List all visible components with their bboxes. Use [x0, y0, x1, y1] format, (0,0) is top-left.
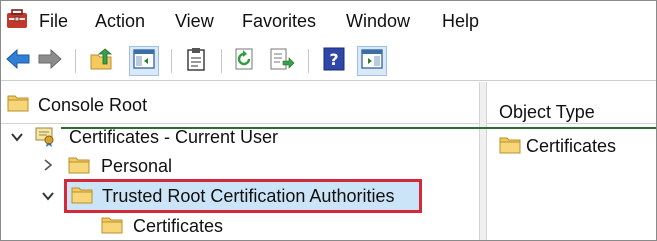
list-item-label: Certificates	[526, 136, 617, 156]
back-icon	[5, 48, 31, 75]
toolbar-separator	[221, 49, 222, 73]
folder-icon	[71, 186, 93, 204]
folder-icon	[101, 216, 123, 234]
toolbar-separator	[171, 49, 172, 73]
column-header-label: Object Type	[499, 102, 595, 122]
tree-item-certificates[interactable]: Certificates	[133, 215, 223, 237]
console-root-row[interactable]: Console Root	[1, 82, 479, 124]
export-list-icon	[269, 47, 295, 76]
help-icon: ?	[323, 47, 345, 76]
column-header-object-type[interactable]: Object Type	[487, 82, 656, 124]
show-hide-console-tree-button[interactable]	[129, 46, 159, 76]
menu-favorites[interactable]: Favorites	[242, 10, 316, 32]
show-hide-action-pane-icon	[361, 48, 383, 74]
list-item[interactable]: Certificates	[487, 132, 656, 162]
tree-item-personal[interactable]: Personal	[101, 155, 172, 177]
up-one-level-button[interactable]	[87, 46, 117, 76]
refresh-button[interactable]	[230, 46, 260, 76]
menu-file[interactable]: File	[39, 10, 68, 32]
folder-icon	[68, 156, 90, 174]
export-list-button[interactable]	[267, 46, 297, 76]
clipboard-icon	[186, 47, 206, 76]
folder-icon	[499, 136, 521, 154]
refresh-icon	[233, 47, 257, 76]
toolbar-separator	[75, 49, 76, 73]
show-hide-action-pane-button[interactable]	[357, 46, 387, 76]
folder-icon	[7, 94, 29, 112]
menu-action[interactable]: Action	[95, 10, 145, 32]
forward-button[interactable]	[35, 46, 65, 76]
tree-item-trusted-root-certification-authorities[interactable]: Trusted Root Certification Authorities	[102, 185, 394, 207]
chevron-down-icon[interactable]	[41, 189, 55, 203]
clipboard-button[interactable]	[181, 46, 211, 76]
forward-icon	[37, 48, 63, 75]
annotation-line	[61, 127, 656, 129]
certificate-snapin-icon	[34, 126, 58, 148]
help-button[interactable]: ?	[319, 46, 349, 76]
menu-view[interactable]: View	[175, 10, 214, 32]
back-button[interactable]	[3, 46, 33, 76]
toolbar-separator	[308, 49, 309, 73]
toolbar: ?	[1, 41, 656, 81]
menu-window[interactable]: Window	[346, 10, 410, 32]
pane-splitter[interactable]	[479, 82, 487, 240]
details-pane: Object Type Certificates	[487, 82, 656, 240]
tree-item-certificates-current-user[interactable]: Certificates - Current User	[69, 126, 278, 148]
mmc-app-icon[interactable]	[5, 7, 29, 31]
mmc-window: File Action View Favorites Window Help ?…	[0, 0, 657, 241]
menu-bar: File Action View Favorites Window Help	[1, 1, 656, 41]
show-hide-console-tree-icon	[133, 48, 155, 74]
chevron-right-icon[interactable]	[41, 158, 55, 172]
console-tree-pane: Console Root Certificates - Current User…	[1, 82, 479, 240]
svg-text:?: ?	[329, 50, 338, 69]
up-folder-icon	[89, 47, 115, 76]
menu-help[interactable]: Help	[442, 10, 479, 32]
chevron-down-icon[interactable]	[10, 130, 24, 144]
console-root-label: Console Root	[38, 95, 148, 115]
